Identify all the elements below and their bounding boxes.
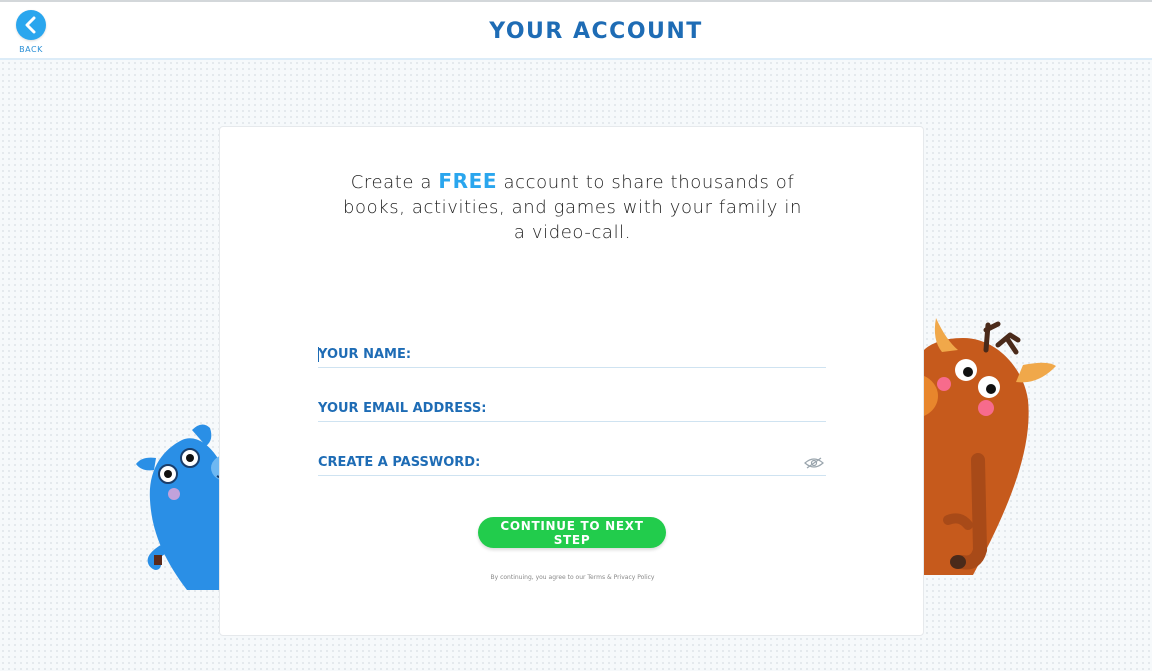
eye-slash-icon[interactable]	[804, 456, 824, 470]
signup-card: Create a FREE account to share thousands…	[219, 126, 924, 636]
name-input[interactable]	[318, 343, 826, 366]
top-bar: BACK YOUR ACCOUNT	[0, 0, 1152, 60]
intro-before: Create a	[350, 172, 439, 193]
password-input[interactable]	[318, 451, 826, 474]
password-field[interactable]	[318, 451, 826, 476]
back-label: BACK	[19, 45, 43, 54]
text-cursor	[318, 347, 319, 362]
free-highlight: FREE	[438, 169, 498, 193]
terms-notice: By continuing, you agree to our Terms & …	[220, 574, 925, 581]
email-input[interactable]	[318, 397, 826, 420]
privacy-policy-link[interactable]: Privacy Policy	[614, 574, 655, 581]
intro-text: Create a FREE account to share thousands…	[340, 169, 805, 245]
terms-link[interactable]: Terms	[587, 574, 605, 581]
terms-prefix: By continuing, you agree to our	[490, 574, 588, 581]
blue-mascot-illustration	[136, 424, 222, 590]
terms-separator: &	[605, 574, 614, 581]
email-field[interactable]	[318, 397, 826, 422]
name-field[interactable]	[318, 343, 826, 368]
page-title: YOUR ACCOUNT	[489, 19, 703, 44]
continue-button[interactable]: CONTINUE TO NEXT STEP	[478, 517, 666, 548]
